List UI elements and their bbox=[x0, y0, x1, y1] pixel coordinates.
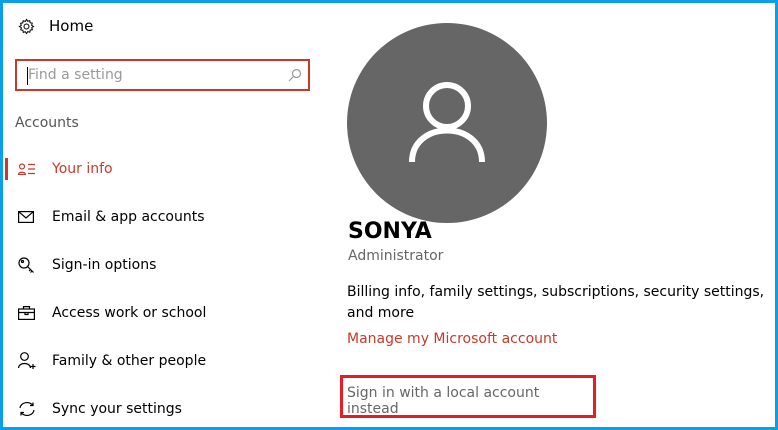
sign-in-local-account-link[interactable]: Sign in with a local account instead bbox=[340, 375, 596, 418]
sidebar-item-sign-in-options[interactable]: Sign-in options bbox=[3, 250, 323, 280]
search-icon[interactable] bbox=[288, 68, 302, 82]
sidebar-item-label: Sign-in options bbox=[52, 257, 157, 273]
person-add-icon bbox=[18, 352, 52, 370]
key-icon bbox=[18, 256, 52, 274]
sidebar-item-access-work[interactable]: Access work or school bbox=[3, 298, 323, 328]
person-list-icon bbox=[18, 163, 52, 175]
person-icon bbox=[409, 82, 485, 163]
user-avatar bbox=[347, 23, 547, 223]
user-name: SONYA bbox=[348, 219, 432, 244]
home-nav-item[interactable]: Home bbox=[18, 17, 93, 35]
gear-icon bbox=[18, 17, 35, 35]
sidebar-item-email-accounts[interactable]: Email & app accounts bbox=[3, 202, 323, 232]
sidebar-item-label: Family & other people bbox=[52, 353, 207, 369]
sidebar-item-label: Access work or school bbox=[52, 305, 207, 321]
search-input[interactable] bbox=[28, 64, 283, 86]
briefcase-icon bbox=[18, 306, 52, 320]
sidebar-item-label: Your info bbox=[52, 161, 113, 177]
sidebar-item-label: Email & app accounts bbox=[52, 209, 205, 225]
sidebar-item-sync[interactable]: Sync your settings bbox=[3, 394, 323, 424]
user-role: Administrator bbox=[348, 248, 444, 264]
sidebar-item-your-info[interactable]: Your info bbox=[3, 154, 323, 184]
sidebar-item-label: Sync your settings bbox=[52, 401, 182, 417]
sidebar-item-family[interactable]: Family & other people bbox=[3, 346, 323, 376]
section-title: Accounts bbox=[15, 115, 79, 131]
account-description: Billing info, family settings, subscript… bbox=[347, 284, 765, 321]
home-label: Home bbox=[49, 17, 94, 35]
manage-microsoft-account-link[interactable]: Manage my Microsoft account bbox=[347, 331, 557, 347]
active-indicator bbox=[5, 158, 8, 180]
search-box[interactable] bbox=[15, 59, 310, 91]
settings-window: Home Accounts Your info Email & app acco… bbox=[0, 0, 778, 430]
sync-icon bbox=[18, 401, 52, 417]
local-account-label: Sign in with a local account instead bbox=[347, 385, 540, 417]
mail-icon bbox=[18, 211, 52, 223]
